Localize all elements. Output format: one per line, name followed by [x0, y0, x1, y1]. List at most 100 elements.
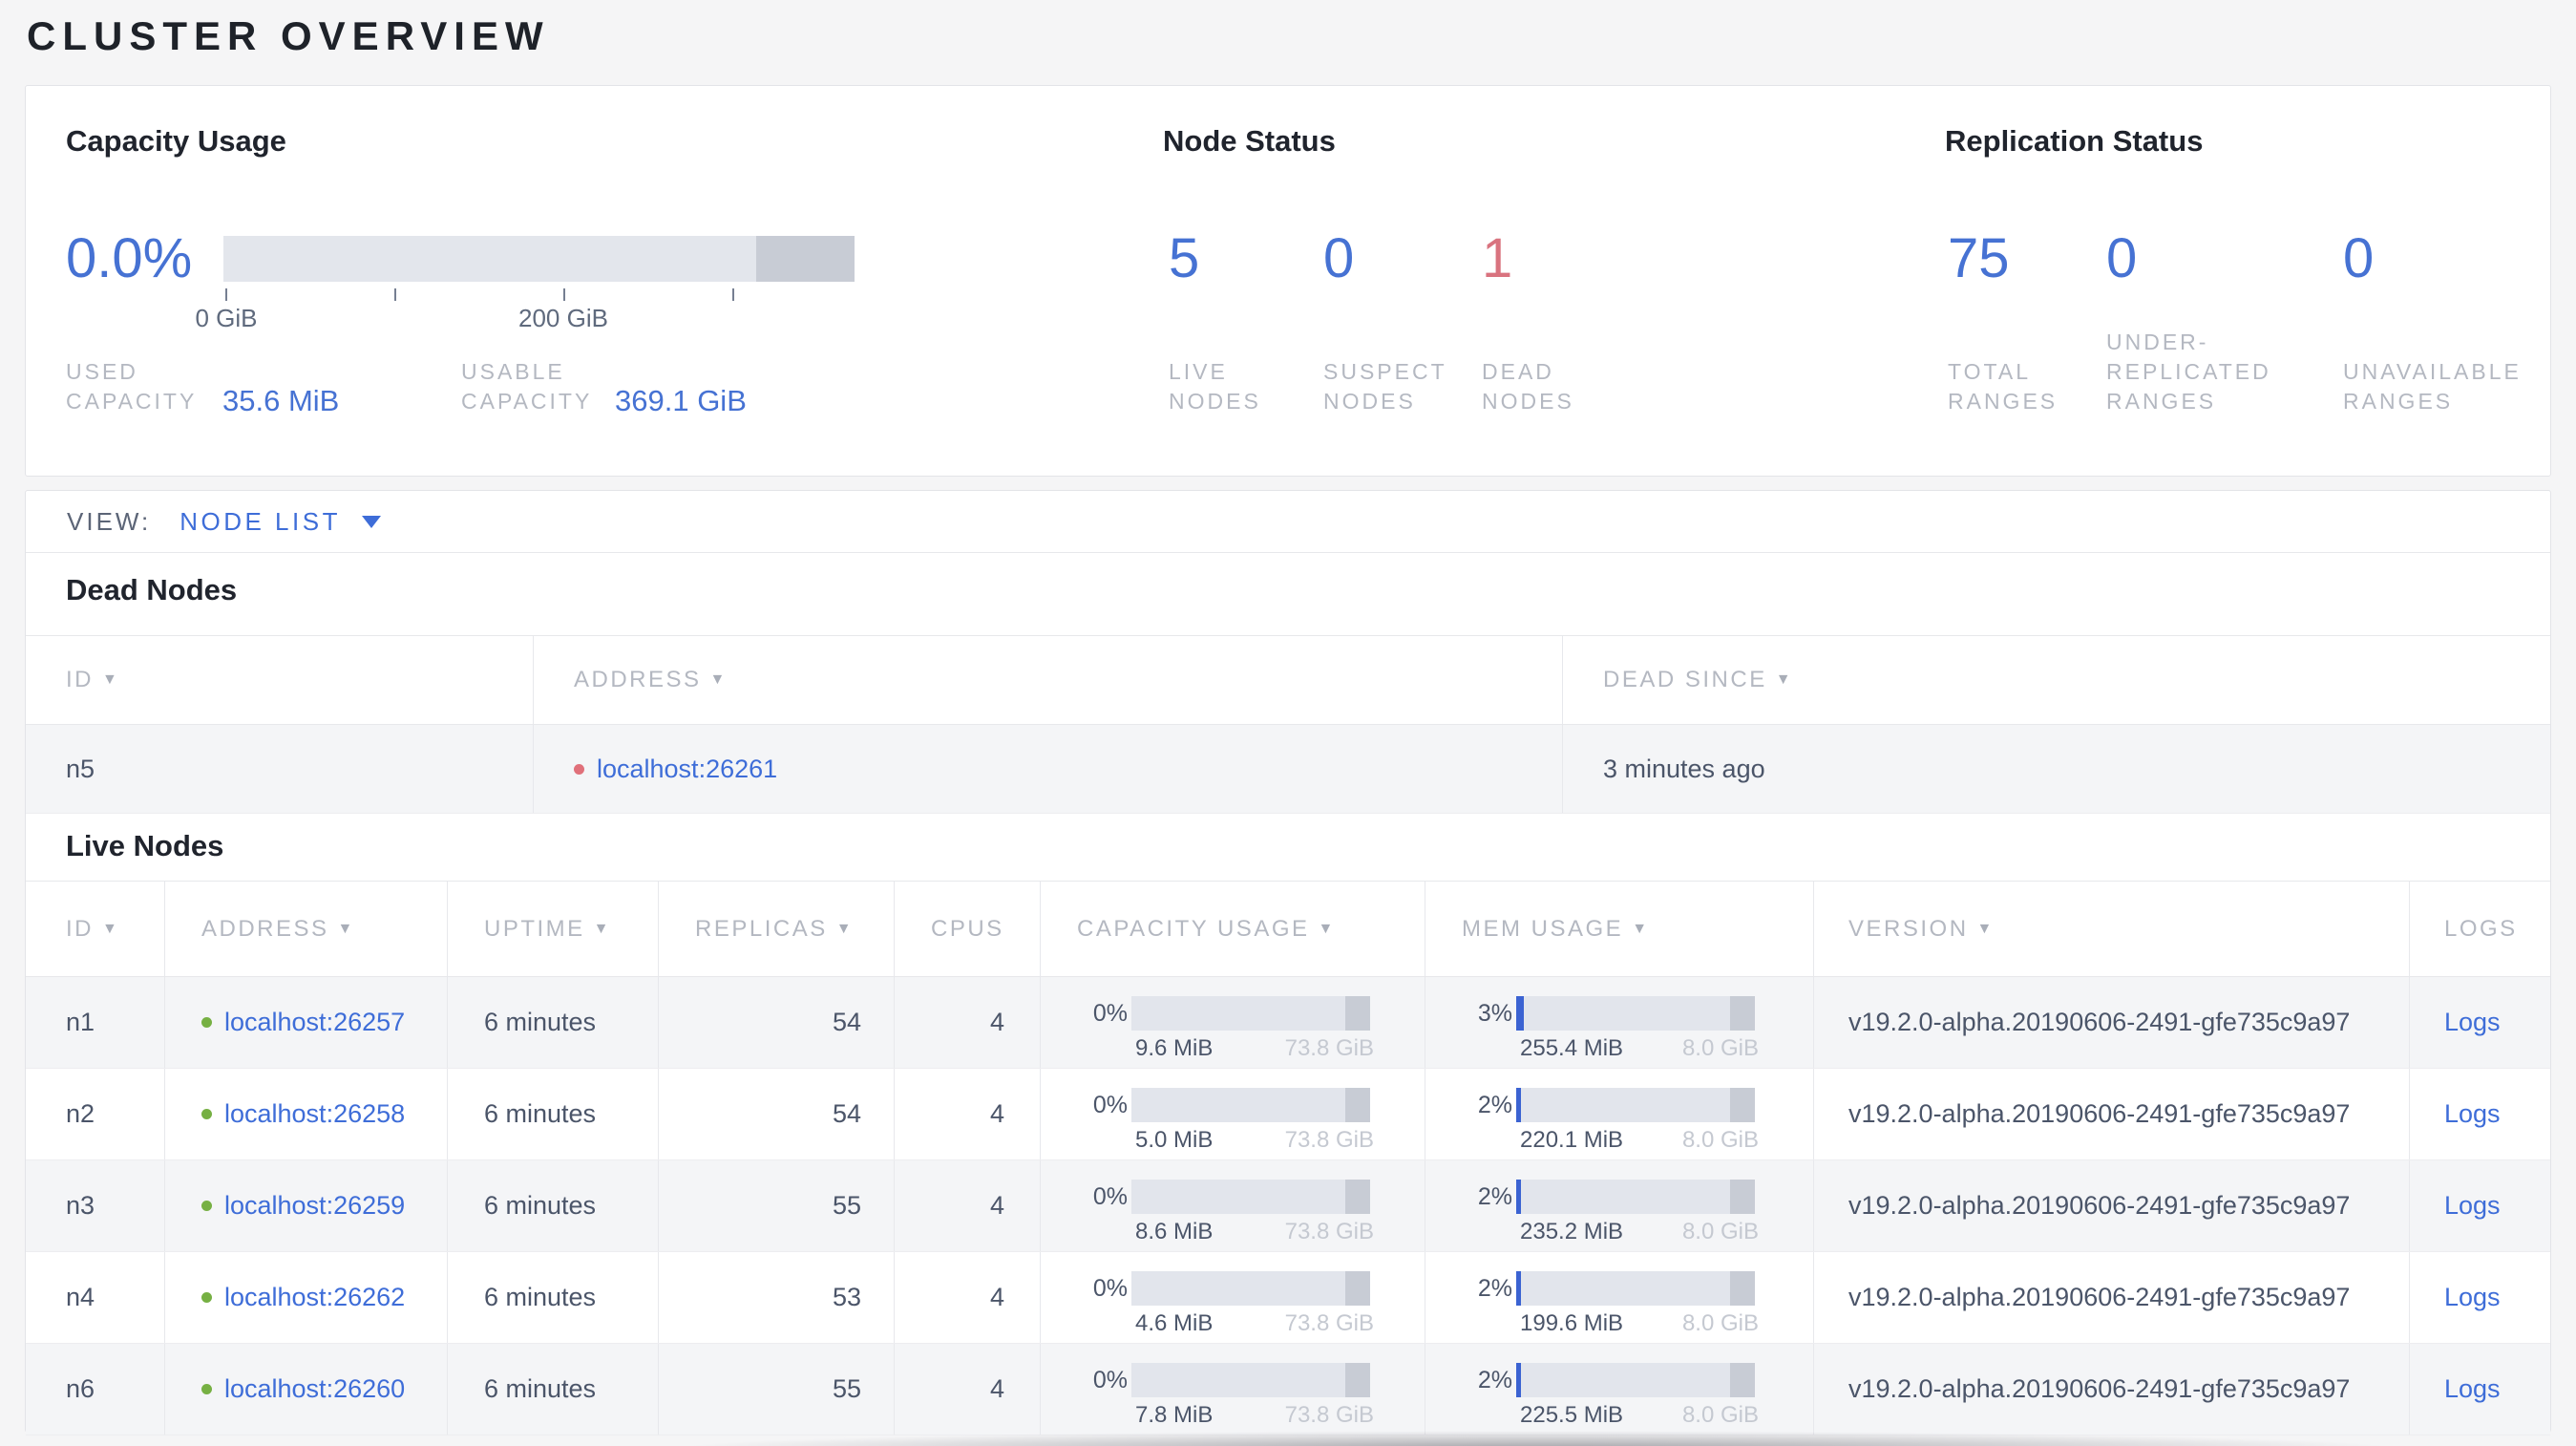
logs-cell: Logs: [2410, 1344, 2550, 1435]
mem-usage-cell: 2% 235.2 MiB 8.0 GiB: [1425, 1160, 1814, 1251]
replicas-cell: 55: [659, 1160, 895, 1251]
column-header-dead-since[interactable]: DEAD SINCE ▼: [1563, 636, 2550, 724]
logs-link[interactable]: Logs: [2444, 1191, 2501, 1221]
column-header-address[interactable]: ADDRESS ▼: [165, 882, 448, 976]
cpus-cell: 4: [895, 977, 1041, 1068]
unavailable-ranges-label: UNAVAILABLE RANGES: [2343, 359, 2522, 414]
mem-bar: [1516, 1180, 1755, 1214]
column-header-id[interactable]: ID ▼: [26, 882, 165, 976]
mem-bar-fill: [1516, 1271, 1521, 1306]
node-address-cell: localhost:26262: [165, 1252, 448, 1343]
dead-nodes-header-row: ID ▼ ADDRESS ▼ DEAD SINCE ▼: [26, 636, 2550, 725]
logs-cell: Logs: [2410, 1252, 2550, 1343]
page-title: CLUSTER OVERVIEW: [27, 13, 550, 58]
capacity-gauge-reserved-segment: [756, 236, 855, 282]
capacity-bar: [1131, 996, 1370, 1031]
capacity-bar-reserved-segment: [1345, 1271, 1370, 1306]
node-address-cell: localhost:26261: [534, 725, 1563, 813]
capacity-gauge: [223, 236, 855, 282]
node-address-link[interactable]: localhost:26262: [224, 1283, 405, 1312]
logs-link[interactable]: Logs: [2444, 1099, 2501, 1129]
nodes-panel: VIEW: NODE LIST Dead Nodes ID ▼ ADDRESS …: [25, 490, 2551, 1435]
mem-percent: 3%: [1477, 999, 1512, 1027]
node-id-cell: n3: [26, 1160, 165, 1251]
version-cell: v19.2.0-alpha.20190606-2491-gfe735c9a97: [1814, 1252, 2410, 1343]
capacity-bar: [1131, 1363, 1370, 1397]
axis-tick: [563, 288, 565, 301]
sort-desc-icon[interactable]: ▼: [710, 671, 726, 689]
node-address-link[interactable]: localhost:26258: [224, 1099, 405, 1129]
sort-desc-icon[interactable]: ▼: [102, 921, 117, 938]
node-address-cell: localhost:26260: [165, 1344, 448, 1435]
node-address-link[interactable]: localhost:26259: [224, 1191, 405, 1221]
logs-link[interactable]: Logs: [2444, 1283, 2501, 1312]
summary-card: Capacity Usage 0.0% 0 GiB 200 GiB USED C…: [25, 85, 2551, 477]
node-address-link[interactable]: localhost:26257: [224, 1008, 405, 1037]
axis-label-start: 0 GiB: [195, 304, 258, 332]
capacity-percent: 0%: [1092, 1274, 1128, 1302]
column-header-id[interactable]: ID ▼: [26, 636, 534, 724]
mem-used-value: 235.2 MiB: [1520, 1219, 1624, 1244]
sort-desc-icon[interactable]: ▼: [102, 671, 117, 689]
sort-desc-icon[interactable]: ▼: [594, 921, 609, 938]
sort-desc-icon[interactable]: ▼: [1319, 921, 1334, 938]
uptime-cell: 6 minutes: [448, 1344, 659, 1435]
dead-nodes-table: ID ▼ ADDRESS ▼ DEAD SINCE ▼ n5 localhost…: [26, 635, 2550, 814]
capacity-bar-reserved-segment: [1345, 996, 1370, 1031]
mem-percent: 2%: [1477, 1182, 1512, 1210]
column-header-capacity-usage[interactable]: CAPACITY USAGE ▼: [1041, 882, 1425, 976]
mem-total-value: 8.0 GiB: [1681, 1219, 1759, 1244]
capacity-usage-cell: 0% 4.6 MiB 73.8 GiB: [1041, 1252, 1425, 1343]
column-header-uptime[interactable]: UPTIME ▼: [448, 882, 659, 976]
capacity-used-value: 9.6 MiB: [1135, 1035, 1214, 1061]
node-id-cell: n5: [26, 725, 534, 813]
mem-bar-reserved-segment: [1730, 996, 1755, 1031]
column-header-cpus[interactable]: CPUS: [895, 882, 1041, 976]
live-node-row: n4 localhost:26262 6 minutes 53 4 0% 4.6…: [26, 1252, 2550, 1344]
live-node-row: n1 localhost:26257 6 minutes 54 4 0% 9.6…: [26, 977, 2550, 1069]
node-address-link[interactable]: localhost:26260: [224, 1374, 405, 1404]
chevron-down-icon[interactable]: [361, 515, 381, 528]
capacity-percent: 0%: [1092, 1366, 1128, 1393]
usable-capacity-value: 369.1 GiB: [615, 384, 747, 417]
column-header-mem-usage[interactable]: MEM USAGE ▼: [1425, 882, 1814, 976]
view-label: VIEW:: [67, 506, 152, 536]
live-node-row: n6 localhost:26260 6 minutes 55 4 0% 7.8…: [26, 1344, 2550, 1435]
capacity-bar-reserved-segment: [1345, 1088, 1370, 1122]
node-address-link[interactable]: localhost:26261: [597, 755, 777, 784]
column-header-replicas[interactable]: REPLICAS ▼: [659, 882, 895, 976]
used-capacity-label: USED CAPACITY: [66, 359, 198, 414]
mem-total-value: 8.0 GiB: [1681, 1127, 1759, 1153]
capacity-total-value: 73.8 GiB: [1284, 1219, 1374, 1244]
mem-usage-cell: 2% 225.5 MiB 8.0 GiB: [1425, 1344, 1814, 1435]
mem-bar-reserved-segment: [1730, 1180, 1755, 1214]
capacity-used-percent: 0.0%: [66, 227, 193, 289]
page-bottom-shadow: [411, 1431, 2576, 1446]
live-nodes-table: ID ▼ ADDRESS ▼ UPTIME ▼ REPLICAS ▼ CPUS: [26, 881, 2550, 1435]
sort-desc-icon[interactable]: ▼: [338, 921, 353, 938]
mem-bar-reserved-segment: [1730, 1088, 1755, 1122]
sort-desc-icon[interactable]: ▼: [836, 921, 852, 938]
view-selector-dropdown[interactable]: NODE LIST: [179, 507, 341, 537]
dead-node-row: n5 localhost:26261 3 minutes ago: [26, 725, 2550, 814]
column-header-version[interactable]: VERSION ▼: [1814, 882, 2410, 976]
sort-desc-icon[interactable]: ▼: [1632, 921, 1647, 938]
sort-desc-icon[interactable]: ▼: [1776, 671, 1791, 689]
axis-label-mid: 200 GiB: [518, 304, 608, 332]
version-cell: v19.2.0-alpha.20190606-2491-gfe735c9a97: [1814, 977, 2410, 1068]
dead-nodes-heading: Dead Nodes: [66, 573, 238, 606]
uptime-cell: 6 minutes: [448, 1069, 659, 1159]
uptime-cell: 6 minutes: [448, 1252, 659, 1343]
mem-bar-fill: [1516, 1180, 1521, 1214]
capacity-bar-reserved-segment: [1345, 1363, 1370, 1397]
capacity-total-value: 73.8 GiB: [1284, 1310, 1374, 1336]
capacity-usage-cell: 0% 9.6 MiB 73.8 GiB: [1041, 977, 1425, 1068]
column-header-address[interactable]: ADDRESS ▼: [534, 636, 1563, 724]
version-cell: v19.2.0-alpha.20190606-2491-gfe735c9a97: [1814, 1069, 2410, 1159]
logs-link[interactable]: Logs: [2444, 1374, 2501, 1404]
unavailable-ranges-count: 0: [2343, 227, 2375, 289]
sort-desc-icon[interactable]: ▼: [1977, 921, 1993, 938]
mem-bar: [1516, 996, 1755, 1031]
capacity-percent: 0%: [1092, 1182, 1128, 1210]
logs-link[interactable]: Logs: [2444, 1008, 2501, 1037]
